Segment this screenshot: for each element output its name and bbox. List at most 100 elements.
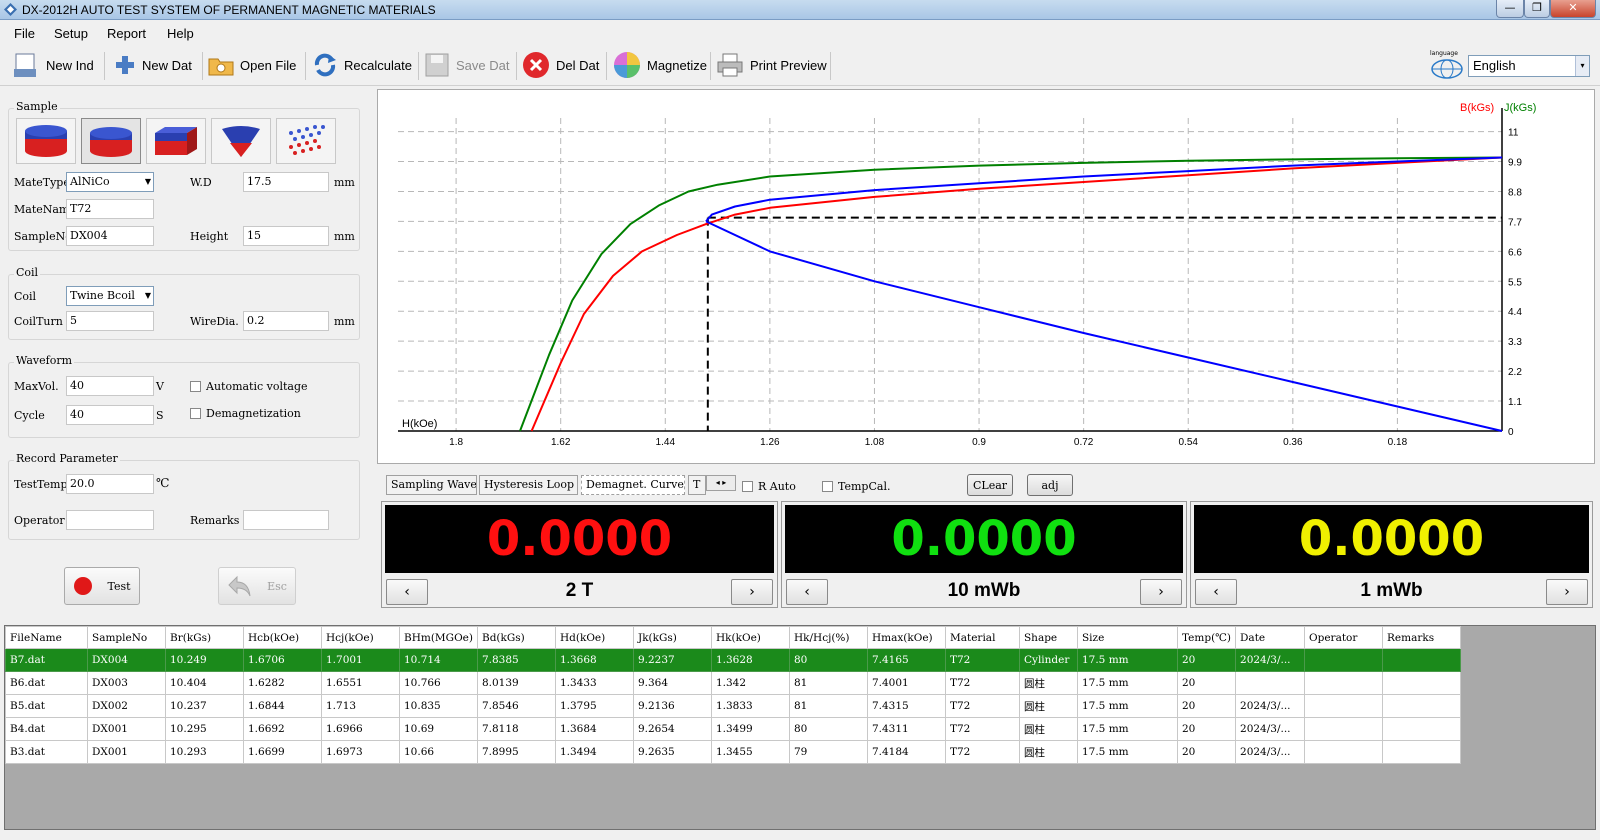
- waveform-group: [8, 362, 360, 438]
- wire-dia-unit: mm: [334, 315, 355, 328]
- height-input[interactable]: 15: [243, 226, 329, 246]
- column-header[interactable]: Bd(kGs): [476, 626, 556, 649]
- table-row[interactable]: B5.dat DX002 10.237 1.6844 1.713 10.835 7.8546…: [5, 694, 1462, 718]
- table-cell: DX003: [87, 671, 166, 695]
- print-preview-button[interactable]: Print Preview: [716, 50, 827, 80]
- arc-shape-icon: [222, 126, 260, 157]
- table-cell: 17.5 mm: [1076, 740, 1178, 764]
- table-cell: 1.6966: [321, 717, 400, 741]
- table-row[interactable]: B7.dat DX004 10.249 1.6706 1.7001 10.714 7.838…: [5, 648, 1462, 672]
- column-header[interactable]: Operator: [1304, 626, 1384, 649]
- table-row[interactable]: B3.dat DX001 10.293 1.6699 1.6973 10.66 7.8995…: [5, 740, 1462, 764]
- column-header[interactable]: Hd(kOe): [554, 626, 634, 649]
- temp-cal-checkbox[interactable]: TempCal.: [822, 480, 890, 493]
- shape-block-button[interactable]: [146, 118, 206, 164]
- adj-button[interactable]: adj: [1027, 474, 1073, 496]
- column-header[interactable]: Hmax(kOe): [866, 626, 946, 649]
- r-auto-checkbox[interactable]: R Auto: [742, 480, 796, 493]
- column-header[interactable]: Hk/Hcj(%): [788, 626, 868, 649]
- coil-turn-input[interactable]: 5: [66, 311, 154, 331]
- tab-scroll-arrows[interactable]: ◂ ▸: [706, 475, 736, 491]
- tab-hysteresis-loop[interactable]: Hysteresis Loop: [479, 475, 578, 495]
- table-cell: 7.8118: [476, 717, 556, 741]
- column-header[interactable]: Size: [1076, 626, 1178, 649]
- tab-demagnet-curve[interactable]: Demagnet. Curve: [581, 475, 685, 495]
- menu-help[interactable]: Help: [167, 26, 194, 41]
- table-cell: 20: [1176, 717, 1237, 741]
- shape-ring-button[interactable]: [276, 118, 336, 164]
- column-header[interactable]: Temp(℃): [1176, 626, 1237, 649]
- column-header[interactable]: Hcb(kOe): [243, 626, 322, 649]
- new-ind-button[interactable]: New Ind: [12, 50, 94, 80]
- results-table: FileName SampleNo Br(kGs) Hcb(kOe) Hcj(kOe) B…: [4, 625, 1596, 830]
- max-vol-input[interactable]: 40: [66, 376, 154, 396]
- coil-select[interactable]: Twine Bcoil ▼: [66, 286, 154, 306]
- menu-report[interactable]: Report: [107, 26, 146, 41]
- table-row[interactable]: B4.dat DX001 10.295 1.6692 1.6966 10.69 7.8118…: [5, 717, 1462, 741]
- coil-value: Twine Bcoil: [70, 289, 135, 302]
- clear-button[interactable]: CLear: [967, 474, 1013, 496]
- minimize-button[interactable]: —: [1496, 0, 1524, 18]
- operator-input[interactable]: [66, 510, 154, 530]
- wire-dia-input[interactable]: 0.2: [243, 311, 329, 331]
- meter-flux-1-range: 10 mWb: [947, 580, 1021, 601]
- table-cell: 10.249: [165, 648, 244, 672]
- tab-sampling-wave[interactable]: Sampling Wave: [386, 475, 477, 495]
- remarks-input[interactable]: [243, 510, 329, 530]
- column-header[interactable]: SampleNo: [87, 626, 166, 649]
- test-temp-input[interactable]: 20.0: [66, 474, 154, 494]
- save-dat-button[interactable]: Save Dat: [424, 50, 509, 80]
- recalculate-button[interactable]: Recalculate: [312, 50, 412, 80]
- table-cell: 7.4315: [866, 694, 946, 718]
- column-header[interactable]: Hk(kOe): [710, 626, 790, 649]
- column-header[interactable]: Hcj(kOe): [321, 626, 400, 649]
- column-header[interactable]: Br(kGs): [165, 626, 244, 649]
- shape-cylinder-button[interactable]: [16, 118, 76, 164]
- close-button[interactable]: ✕: [1550, 0, 1596, 18]
- column-header[interactable]: Remarks: [1382, 626, 1462, 649]
- menu-file[interactable]: File: [14, 26, 35, 41]
- esc-button[interactable]: Esc: [218, 567, 296, 605]
- shape-disc-button[interactable]: [81, 118, 141, 164]
- restore-button[interactable]: ❐: [1524, 0, 1550, 18]
- table-row[interactable]: B6.dat DX003 10.404 1.6282 1.6551 10.766 8.013…: [5, 671, 1462, 695]
- cycle-input[interactable]: 40: [66, 405, 154, 425]
- column-header[interactable]: BHm(MGOe): [399, 626, 478, 649]
- meter-flux-1-range-up[interactable]: ›: [1140, 579, 1182, 605]
- test-button[interactable]: Test: [64, 567, 140, 605]
- demagnetization-checkbox[interactable]: Demagnetization: [190, 407, 301, 420]
- new-dat-label: New Dat: [142, 57, 192, 73]
- meter-flux-2-range-down[interactable]: ‹: [1195, 579, 1237, 605]
- x-tick-label: 0.36: [1283, 437, 1303, 448]
- column-header[interactable]: Jk(kGs): [632, 626, 712, 649]
- mate-type-select[interactable]: AlNiCo ▼: [66, 172, 154, 192]
- wd-input[interactable]: 17.5: [243, 172, 329, 192]
- column-header[interactable]: Material: [944, 626, 1020, 649]
- save-disk-icon: [425, 53, 449, 77]
- open-file-button[interactable]: Open File: [208, 50, 296, 80]
- automatic-voltage-checkbox[interactable]: Automatic voltage: [190, 380, 308, 393]
- tab-more[interactable]: T: [688, 475, 706, 495]
- table-cell: 9.2237: [632, 648, 712, 672]
- refresh-icon: [314, 53, 336, 77]
- column-header[interactable]: Shape: [1018, 626, 1078, 649]
- column-header[interactable]: Date: [1235, 626, 1306, 649]
- delete-icon: [523, 52, 549, 78]
- shape-arc-button[interactable]: [211, 118, 271, 164]
- print-preview-label: Print Preview: [750, 57, 827, 73]
- sample-no-input[interactable]: DX004: [66, 226, 154, 246]
- table-cell: 10.404: [165, 671, 244, 695]
- mate-name-input[interactable]: T72: [66, 199, 154, 219]
- new-dat-button[interactable]: New Dat: [114, 50, 192, 80]
- del-dat-button[interactable]: Del Dat: [522, 50, 599, 80]
- table-cell: 9.2136: [632, 694, 712, 718]
- magnetize-button[interactable]: Magnetize: [613, 50, 707, 80]
- meter-b-range-up[interactable]: ›: [731, 579, 773, 605]
- language-select[interactable]: English ▾: [1468, 55, 1590, 77]
- meter-flux-2-range-up[interactable]: ›: [1546, 579, 1588, 605]
- column-header[interactable]: FileName: [5, 626, 88, 649]
- meter-flux-1-range-down[interactable]: ‹: [786, 579, 828, 605]
- table-cell: 80: [788, 648, 868, 672]
- menu-setup[interactable]: Setup: [54, 26, 88, 41]
- meter-b-range-down[interactable]: ‹: [386, 579, 428, 605]
